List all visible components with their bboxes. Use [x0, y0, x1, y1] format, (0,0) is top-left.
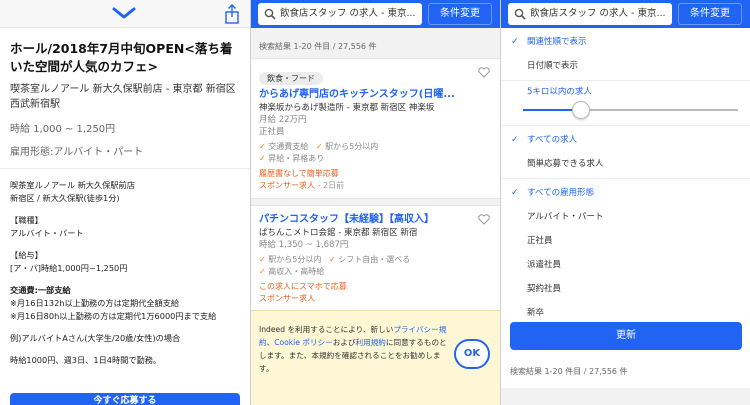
- update-button[interactable]: 更新: [510, 322, 742, 350]
- divider: [0, 168, 250, 169]
- check-icon: ✓: [259, 142, 266, 151]
- search-query: 飲食店スタッフ の求人 - 東京...: [530, 8, 666, 19]
- share-icon[interactable]: [224, 4, 240, 24]
- employment-type: 雇用形態:アルバイト・パート: [10, 147, 144, 158]
- detail-top-bar: [0, 0, 250, 28]
- search-input[interactable]: 飲食店スタッフ の求人 - 東京...: [508, 3, 672, 25]
- desc-line: 例)アルバイトAさん(大学生/20歳/女性)の場合: [10, 333, 181, 343]
- posted-ago: 2日前: [322, 181, 345, 190]
- check-icon: ✓: [259, 255, 266, 264]
- job-description: 喫茶室ルノアール 新大久保駅前店 新宿区 / 新大久保駅(徒歩1分) 【職種】 …: [10, 179, 240, 367]
- employment-option-temp[interactable]: 派遣社員: [501, 253, 750, 277]
- employment-option-all[interactable]: ✓ すべての雇用形態: [501, 181, 750, 205]
- feature: 高収入・高時給: [268, 267, 325, 276]
- easy-apply-notice: 履歴書なしで簡単応募: [259, 169, 339, 178]
- feature: シフト自由・選べる: [338, 255, 411, 264]
- sponsored-label: スポンサー求人: [259, 294, 315, 303]
- search-icon: [264, 8, 276, 20]
- search-query: 飲食店スタッフ の求人 - 東京...: [280, 8, 416, 19]
- apply-option-all[interactable]: ✓ すべての求人: [501, 128, 750, 152]
- category-tag: 飲食・フード: [259, 72, 323, 85]
- slider-thumb[interactable]: [572, 101, 591, 119]
- desc-line: [ア・パ]時給1,000円~1,250円: [10, 263, 128, 273]
- sort-option-date[interactable]: 日付順で表示: [501, 54, 750, 78]
- feature: 交通費支給: [268, 142, 309, 151]
- salary: 月給 22万円: [259, 115, 307, 125]
- sort-option-relevance[interactable]: ✓ 関連性順で表示: [501, 30, 750, 54]
- search-input[interactable]: 飲食店スタッフ の求人 - 東京...: [258, 3, 422, 25]
- features: ✓ 交通費支給 ✓ 駅から5分以内 ✓ 昇給・昇格あり: [259, 141, 492, 165]
- desc-line: ※月16日132h以上勤務の方は定期代全額支給: [10, 298, 180, 308]
- job-title: ホール/2018年7月中旬OPEN<落ち着いた空間が人気のカフェ>: [10, 41, 233, 74]
- change-conditions-button[interactable]: 条件変更: [428, 3, 492, 25]
- check-icon: ✓: [259, 267, 266, 276]
- search-bar: 飲食店スタッフ の求人 - 東京... 条件変更: [501, 0, 750, 28]
- feature: 昇給・昇格あり: [268, 154, 325, 163]
- apply-now-button[interactable]: 今すぐ応募する: [10, 393, 240, 405]
- result-count: 検索結果 1-20 件目 / 27,556 件: [259, 42, 377, 51]
- search-icon: [514, 8, 526, 20]
- heart-icon[interactable]: [478, 214, 490, 225]
- desc-line: 新宿区 / 新大久保駅(徒歩1分): [10, 193, 120, 203]
- job-title-link[interactable]: からあげ専門店のキッチンスタッフ(日曜...: [259, 88, 492, 102]
- feature: 駅から5分以内: [325, 142, 379, 151]
- result-count: 検索結果 1-20 件目 / 27,556 件: [510, 367, 628, 376]
- heart-icon[interactable]: [478, 67, 490, 78]
- check-icon: ✓: [315, 142, 323, 151]
- mobile-apply-notice: この求人にスマホで応募: [259, 282, 347, 291]
- desc-line: ※月16日80h以上勤務の方は定期代1万6000円まで支給: [10, 311, 217, 321]
- search-results-panel: 飲食店スタッフ の求人 - 東京... 条件変更 検索結果 1-20 件目 / …: [251, 0, 500, 405]
- job-card[interactable]: 飲食・フード からあげ専門店のキッチンスタッフ(日曜... 神楽坂からあげ製造所…: [251, 58, 500, 199]
- check-icon: ✓: [511, 188, 519, 198]
- check-icon: ✓: [259, 154, 266, 163]
- employment-option-parttime[interactable]: アルバイト・パート: [501, 205, 750, 229]
- radius-slider[interactable]: [501, 97, 750, 123]
- salary: 時給 1,350 ~ 1,687円: [259, 240, 349, 250]
- terms-link[interactable]: 利用規約: [356, 338, 386, 347]
- desc-line: 交通費:一部支給: [10, 285, 71, 295]
- check-icon: ✓: [511, 37, 519, 47]
- sponsored-label: スポンサー求人: [259, 181, 315, 190]
- desc-line: 喫茶室ルノアール 新大久保駅前店: [10, 180, 135, 190]
- cookie-text: Indeed を利用することにより、新しいプライバシー規約、Cookie ポリシ…: [259, 325, 447, 373]
- cookie-ok-button[interactable]: OK: [454, 339, 490, 369]
- employment-option-contract[interactable]: 契約社員: [501, 277, 750, 301]
- apply-option-easy[interactable]: 簡単応募できる求人: [501, 152, 750, 176]
- desc-line: 【職種】: [10, 215, 43, 225]
- company-location: 神楽坂からあげ製造所 - 東京都 新宿区 神楽坂: [259, 103, 435, 113]
- filter-panel: 飲食店スタッフ の求人 - 東京... 条件変更 ✓ 関連性順で表示 日付順で表示…: [501, 0, 750, 405]
- cookie-policy-link[interactable]: Cookie ポリシー: [274, 338, 333, 347]
- change-conditions-button[interactable]: 条件変更: [678, 3, 742, 25]
- job-title-link[interactable]: パチンコスタッフ【未経験】【高収入】: [259, 213, 492, 227]
- check-icon: ✓: [328, 255, 336, 264]
- cookie-consent-banner: Indeed を利用することにより、新しいプライバシー規約、Cookie ポリシ…: [251, 310, 500, 405]
- salary: 時給 1,000 ~ 1,250円: [10, 124, 116, 135]
- company-location: 喫茶室ルノアール 新大久保駅前店 - 東京都 新宿区 西武新宿駅: [10, 84, 236, 110]
- desc-line: 時給1000円、週3日、1日4時間で勤務。: [10, 355, 162, 365]
- desc-line: アルバイト・パート: [10, 228, 84, 238]
- chevron-down-icon[interactable]: [112, 7, 136, 19]
- feature: 駅から5分以内: [268, 255, 322, 264]
- check-icon: ✓: [511, 135, 519, 145]
- search-bar: 飲食店スタッフ の求人 - 東京... 条件変更: [251, 0, 500, 28]
- features: ✓ 駅から5分以内 ✓ シフト自由・選べる ✓ 高収入・高時給: [259, 254, 492, 278]
- company-location: ぱちんこメトロ会館 - 東京都 新宿区 新宿: [259, 228, 418, 238]
- filter-options: ✓ 関連性順で表示 日付順で表示 5キロ以内の求人 ✓ すべての求人 簡単応募できる…: [501, 28, 750, 325]
- employment-option-fulltime[interactable]: 正社員: [501, 229, 750, 253]
- radius-label: 5キロ以内の求人: [527, 87, 592, 97]
- employment-type: 正社員: [259, 127, 285, 137]
- job-card[interactable]: パチンコスタッフ【未経験】【高収入】 ぱちんこメトロ会館 - 東京都 新宿区 新…: [251, 205, 500, 312]
- desc-line: 【給与】: [10, 250, 43, 260]
- job-detail-panel: ホール/2018年7月中旬OPEN<落ち着いた空間が人気のカフェ> 喫茶室ルノア…: [0, 0, 250, 405]
